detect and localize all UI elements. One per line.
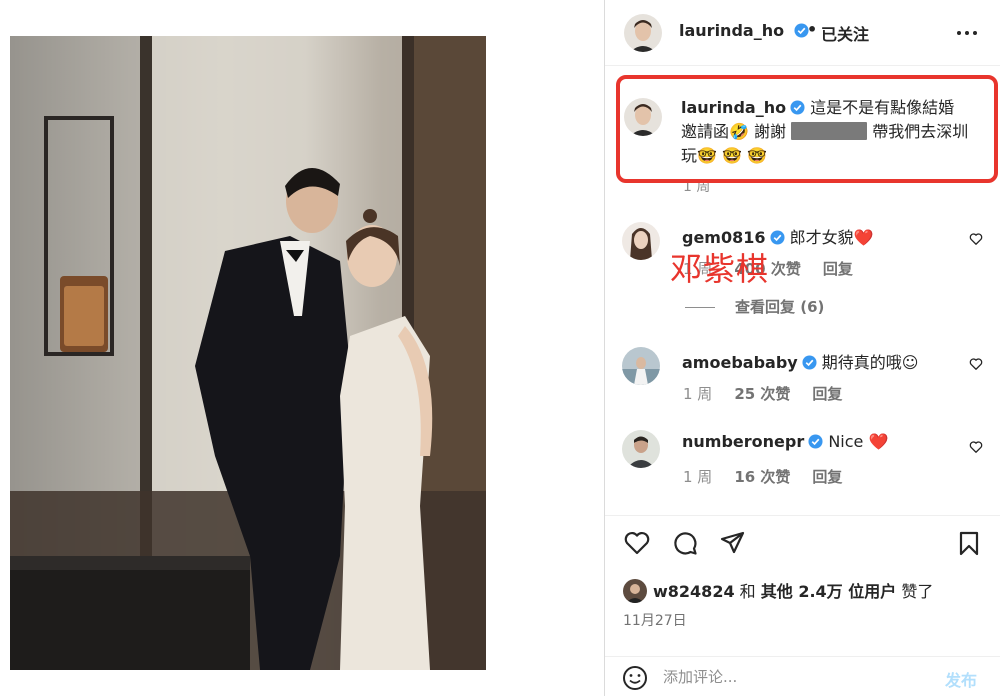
reply-button[interactable]: 回复 [823,260,853,278]
follow-status-button[interactable]: 已关注 [821,21,869,45]
bookmark-icon[interactable] [955,529,983,557]
comment-input[interactable] [663,663,933,691]
comment-composer: 发布 [605,656,1000,696]
emoji-icon[interactable] [622,665,648,691]
comment-avatar[interactable] [622,222,660,260]
liker-avatar [623,579,647,603]
verified-badge-icon [769,230,785,245]
comment-avatar[interactable] [622,430,660,468]
reply-button[interactable]: 回复 [812,385,842,403]
comment-likes[interactable]: 25 次赞 [734,385,790,403]
replies-line [685,307,715,308]
comment-avatar[interactable] [622,347,660,385]
post-photo[interactable] [10,36,486,670]
likes-others[interactable]: 其他 2.4万 位用户 [761,582,897,601]
post-date: 11月27日 [623,613,687,629]
comment-meta: 1 周 25 次赞 回复 [683,383,864,404]
view-replies-button[interactable]: 查看回复 (6) [685,296,824,317]
author-username[interactable]: laurinda_ho [679,21,784,40]
comment-like-heart-icon[interactable] [969,357,983,371]
author-username-row[interactable]: laurinda_ho [679,21,809,40]
more-options-icon[interactable] [955,24,979,42]
comment-time: 1 周 [683,468,713,486]
comment-username[interactable]: amoebababy [682,353,798,372]
likes-and: 和 [734,582,761,601]
comment-icon[interactable] [671,529,699,557]
caption-highlight-box [616,75,998,183]
view-replies-label[interactable]: 查看回复 (6) [735,298,824,316]
comment-like-heart-icon[interactable] [969,232,983,246]
comment-meta: 1 周 16 次赞 回复 [683,466,864,487]
post-comment-button[interactable]: 发布 [945,667,977,691]
comment-text: numberonepr Nice ❤️ [682,432,888,451]
photo-illustration [10,36,486,670]
comment-body: Nice ❤️ [823,432,889,451]
likes-suffix: 赞了 [896,582,934,601]
liker-username[interactable]: w824824 [653,582,735,601]
reply-button[interactable]: 回复 [812,468,842,486]
author-avatar[interactable] [624,14,662,52]
comment-text: amoebababy 期待真的哦☺ [682,349,918,373]
comment-like-heart-icon[interactable] [969,440,983,454]
comment-username[interactable]: numberonepr [682,432,804,451]
comment-time: 1 周 [683,385,713,403]
comment-body: 郎才女貌❤️ [784,228,874,247]
overlay-annotation: 邓紫棋 [670,250,770,288]
post-media-panel [0,0,604,696]
comment-body: 期待真的哦☺ [816,353,919,372]
post-header: laurinda_ho • 已关注 [605,0,1000,66]
likes-summary[interactable]: w824824 和 其他 2.4万 位用户 赞了 [623,578,933,603]
verified-badge-icon [808,434,823,449]
header-separator: • [807,20,818,39]
heart-icon[interactable] [623,529,651,557]
comment-likes[interactable]: 16 次赞 [734,468,790,486]
verified-badge-icon [802,355,817,370]
share-icon[interactable] [719,529,747,557]
